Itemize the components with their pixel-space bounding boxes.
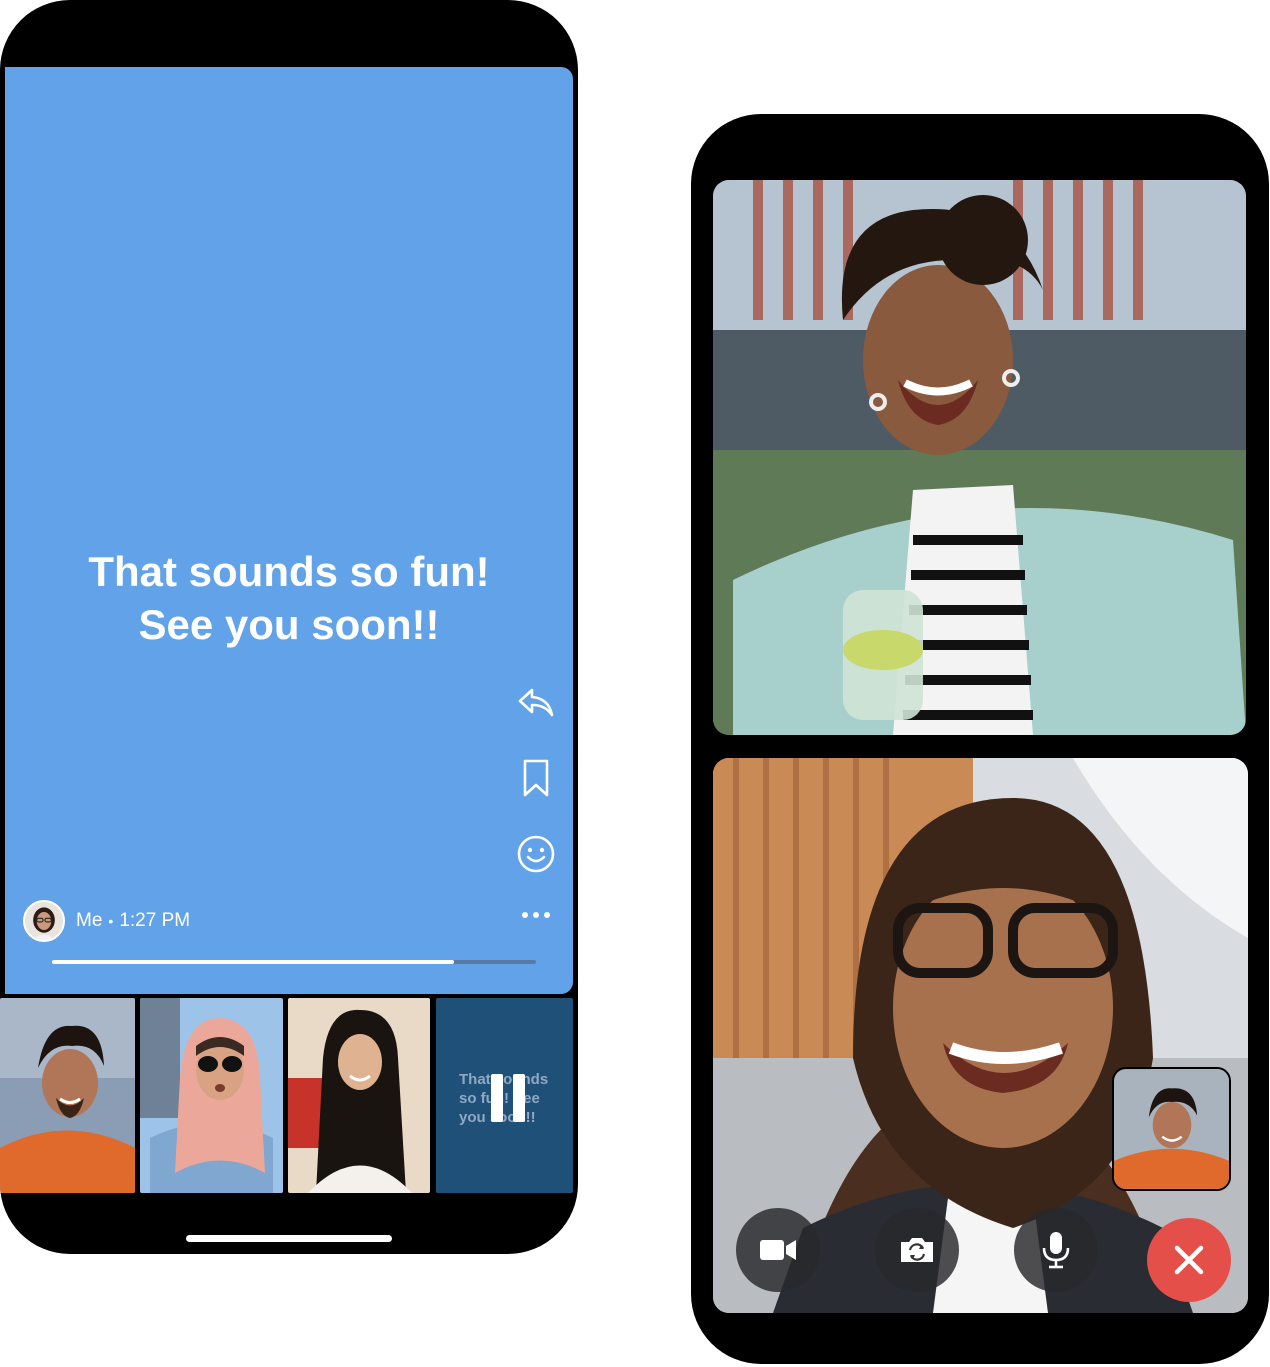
story-time: 1:27 PM xyxy=(119,910,191,931)
separator: • xyxy=(108,913,114,929)
self-view-video[interactable] xyxy=(1112,1067,1231,1191)
more-icon[interactable] xyxy=(515,905,557,925)
microphone-icon xyxy=(1042,1232,1070,1269)
home-indicator[interactable] xyxy=(186,1235,392,1242)
story-author-meta: Me • 1:27 PM xyxy=(76,909,190,933)
story-progress-bar xyxy=(52,960,536,964)
switch-camera-button[interactable] xyxy=(875,1208,959,1292)
pause-icon[interactable] xyxy=(491,1074,525,1122)
end-call-button[interactable] xyxy=(1147,1218,1231,1302)
author-name: Me xyxy=(76,910,103,931)
bookmark-icon[interactable] xyxy=(515,757,557,799)
smiley-icon[interactable] xyxy=(515,833,557,875)
story-thumbnails: That sounds so fun! See you soon!! xyxy=(0,998,578,1195)
end-call-icon xyxy=(1174,1245,1204,1275)
thumbnail-1[interactable] xyxy=(0,998,135,1193)
avatar[interactable] xyxy=(23,900,65,942)
video-camera-icon xyxy=(760,1240,796,1260)
story-message-line-1: That sounds so fun! xyxy=(88,548,490,595)
reply-icon[interactable] xyxy=(515,681,557,723)
video-call-phone xyxy=(691,114,1269,1364)
video-toggle-button[interactable] xyxy=(736,1208,820,1292)
story-message-line-2: See you soon!! xyxy=(138,601,440,648)
mute-button[interactable] xyxy=(1014,1208,1098,1292)
thumbnail-4[interactable]: That sounds so fun! See you soon!! xyxy=(436,998,573,1193)
thumbnail-2[interactable] xyxy=(140,998,283,1193)
story-phone: That sounds so fun! See you soon!! Me • … xyxy=(0,0,578,1254)
switch-camera-icon xyxy=(901,1238,933,1262)
story-card[interactable]: That sounds so fun! See you soon!! Me • … xyxy=(5,67,573,994)
story-progress-fill xyxy=(52,960,454,964)
story-message: That sounds so fun! See you soon!! xyxy=(5,545,573,651)
thumbnail-3[interactable] xyxy=(288,998,430,1193)
participant-video-1[interactable] xyxy=(713,180,1246,735)
